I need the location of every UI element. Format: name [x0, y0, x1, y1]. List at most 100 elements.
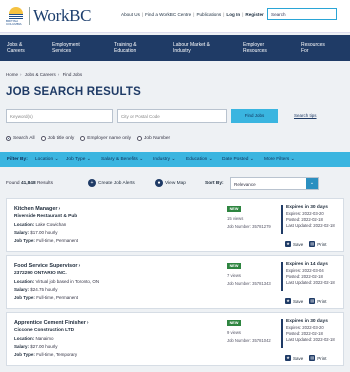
job-employer: 2372290 ONTARIO INC. — [14, 271, 67, 276]
sort-select[interactable]: Relevance ⌄ — [230, 177, 319, 190]
job-type: Job Type: Full-time, Permanent — [14, 295, 78, 300]
job-actions: ★ Save ▤ Print — [285, 241, 327, 247]
filter-bar: Filter By: Location ⌄ Job Type ⌄ Salary … — [0, 152, 350, 167]
keyword-input[interactable]: Keyword(s) — [6, 109, 113, 123]
map-pin-icon: ● — [155, 179, 163, 187]
job-location: Location: Nanaimo — [14, 336, 54, 341]
job-salary: Salary: $27.00 hourly — [14, 344, 58, 349]
main-nav: Jobs & Careers Employment Services Trainin… — [0, 35, 350, 61]
new-badge: NEW — [227, 263, 241, 269]
link-publications[interactable]: Publications — [196, 12, 221, 17]
link-find-centre[interactable]: Find a WorkBC Centre — [145, 12, 191, 17]
job-number: Job Number: 35781042 — [227, 338, 271, 343]
workbc-logo[interactable]: BRITISH COLUMBIA WorkBC — [6, 6, 92, 26]
chevron-right-icon: › — [58, 206, 61, 212]
job-location: Location: Virtual job based in Toronto, … — [14, 279, 100, 284]
radio-search-all[interactable]: Search All — [6, 136, 35, 141]
bookmark-icon: ★ — [285, 355, 291, 361]
job-salary: Salary: $24.75 hourly — [14, 287, 58, 292]
bookmark-icon: ★ — [285, 241, 291, 247]
job-dates: Expires in 14 days Expires: 2022-03-04 P… — [281, 262, 340, 291]
print-icon: ▤ — [309, 355, 316, 361]
nav-employment-services[interactable]: Employment Services — [52, 42, 80, 54]
utility-links: About Us | Find a WorkBC Centre | Publicat… — [121, 12, 264, 17]
filter-job-type[interactable]: Job Type ⌄ — [66, 157, 91, 162]
print-job-button[interactable]: ▤ Print — [309, 298, 327, 304]
create-job-alerts-button[interactable]: + Create Job Alerts — [88, 179, 135, 187]
workbc-wordmark: WorkBC — [33, 6, 92, 25]
job-card: Kitchen Manager› Riverside Restaurant & … — [6, 198, 344, 252]
print-icon: ▤ — [309, 298, 316, 304]
job-card: Food Service Supervisor› 2372290 ONTARIO… — [6, 255, 344, 309]
radio-job-number[interactable]: Job Number — [137, 136, 170, 141]
bookmark-icon: ★ — [285, 298, 291, 304]
filter-education[interactable]: Education ⌄ — [186, 157, 213, 162]
save-job-button[interactable]: ★ Save — [285, 298, 303, 304]
breadcrumb-jobs-careers[interactable]: Jobs & Careers — [25, 72, 56, 77]
new-badge: NEW — [227, 206, 241, 212]
nav-employer-resources[interactable]: Employer Resources — [243, 42, 267, 54]
results-count: Found 41,848 Results — [6, 181, 53, 186]
job-views: 9 views — [227, 330, 241, 335]
nav-training-education[interactable]: Training & Education — [114, 42, 137, 54]
job-type: Job Type: Full-time, Temporary — [14, 352, 78, 357]
breadcrumb-find-jobs: Find Jobs — [62, 72, 83, 77]
save-job-button[interactable]: ★ Save — [285, 241, 303, 247]
job-dates: Expires in 30 days Expires: 2022-03-20 P… — [281, 205, 340, 234]
job-dates: Expires in 30 days Expires: 2022-03-20 P… — [281, 319, 340, 348]
breadcrumb-home[interactable]: Home — [6, 72, 18, 77]
link-log-in[interactable]: Log In — [226, 12, 240, 17]
site-header: BRITISH COLUMBIA WorkBC About Us | Find a… — [0, 0, 350, 33]
print-icon: ▤ — [309, 241, 316, 247]
chevron-right-icon: › — [78, 263, 81, 269]
filter-by-label: Filter By: — [7, 157, 28, 162]
radio-employer-name[interactable]: Employer name only — [80, 136, 131, 141]
job-number: Job Number: 35781279 — [227, 224, 271, 229]
filter-date-posted[interactable]: Date Posted ⌄ — [222, 157, 254, 162]
filter-salary-benefits[interactable]: Salary & Benefits ⌄ — [101, 157, 143, 162]
view-map-button[interactable]: ● View Map — [155, 179, 186, 187]
filter-industry[interactable]: Industry ⌄ — [153, 157, 175, 162]
nav-jobs-careers[interactable]: Jobs & Careers — [7, 42, 25, 54]
print-job-button[interactable]: ▤ Print — [309, 355, 327, 361]
job-views: 15 views — [227, 216, 244, 221]
job-actions: ★ Save ▤ Print — [285, 355, 327, 361]
job-type: Job Type: Full-time, Permanent — [14, 238, 78, 243]
radio-job-title[interactable]: Job title only — [40, 136, 74, 141]
location-input[interactable]: City or Postal Code — [117, 109, 227, 123]
radio-dot — [80, 136, 86, 141]
job-title-link[interactable]: Apprentice Cement Finisher› — [14, 320, 89, 326]
search-scope-radios: Search All Job title only Employer name … — [6, 136, 170, 141]
page-title: JOB SEARCH RESULTS — [6, 86, 142, 98]
job-title-link[interactable]: Kitchen Manager› — [14, 206, 60, 212]
filter-location[interactable]: Location ⌄ — [35, 157, 59, 162]
new-badge: NEW — [227, 320, 241, 326]
job-number: Job Number: 35781343 — [227, 281, 271, 286]
breadcrumb: Home › Jobs & Careers › Find Jobs — [6, 72, 83, 77]
link-about-us[interactable]: About Us — [121, 12, 140, 17]
site-search-input[interactable]: Search — [267, 8, 337, 20]
job-card: Apprentice Cement Finisher› Ciccone Cons… — [6, 312, 344, 366]
job-employer: Riverside Restaurant & Pub — [14, 214, 78, 219]
job-actions: ★ Save ▤ Print — [285, 298, 327, 304]
radio-dot-selected — [6, 136, 11, 141]
print-job-button[interactable]: ▤ Print — [309, 241, 327, 247]
chevron-down-icon: ⌄ — [306, 178, 318, 189]
filter-more-filters[interactable]: More Filters ⌄ — [264, 157, 295, 162]
job-views: 7 views — [227, 273, 241, 278]
job-title-link[interactable]: Food Service Supervisor› — [14, 263, 80, 269]
nav-labour-market[interactable]: Labour Market & Industry — [173, 42, 210, 54]
nav-resources-for[interactable]: Resources For — [301, 42, 325, 54]
bc-seal-icon: BRITISH COLUMBIA — [6, 6, 26, 26]
plus-icon: + — [88, 179, 96, 187]
radio-dot — [40, 136, 46, 141]
find-jobs-button[interactable]: Find Jobs — [231, 109, 278, 123]
link-register[interactable]: Register — [245, 12, 263, 17]
chevron-right-icon: › — [86, 320, 89, 326]
job-employer: Ciccone Construction LTD — [14, 328, 75, 333]
job-salary: Salary: $17.00 hourly — [14, 230, 58, 235]
save-job-button[interactable]: ★ Save — [285, 355, 303, 361]
logo-divider — [29, 7, 30, 25]
radio-dot — [137, 136, 143, 141]
search-tips-link[interactable]: Search tips — [294, 113, 317, 118]
